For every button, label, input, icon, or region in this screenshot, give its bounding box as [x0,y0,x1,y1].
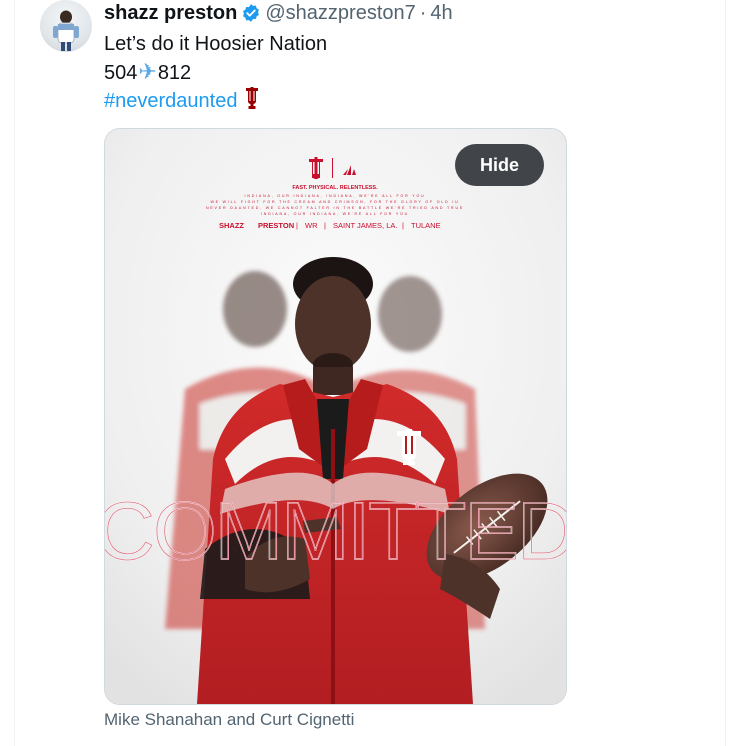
avatar[interactable] [40,0,92,52]
media-caption: Mike Shanahan and Curt Cignetti [104,710,355,729]
fine-print-line: INDIANA, OUR INDIANA, WE'RE ALL FOR YOU [261,212,409,216]
timestamp[interactable]: 4h [430,2,452,25]
svg-text:|: | [402,221,404,230]
fine-print-line: INDIANA, OUR INDIANA, INDIANA, WE'RE ALL… [245,194,426,198]
header-separator: · [419,1,427,24]
airplane-emoji-icon: ✈ [138,59,157,84]
hide-button[interactable]: Hide [455,144,544,186]
tweet-text-line-3: #neverdaunted [104,87,261,115]
player-last-name: PRESTON [258,221,294,230]
tweet-text-line-2: 504 ✈ 812 [104,59,192,86]
area-code-to: 812 [157,61,192,84]
committed-watermark-shadow: COMMITTED [105,486,566,577]
fine-print-line: WE WILL FIGHT FOR THE CREAM AND CRIMSON,… [210,200,459,204]
handle[interactable]: @shazzpreston7 [265,2,415,25]
tweet[interactable]: shazz preston @shazzpreston7 · 4h Let’s … [0,0,735,746]
display-name[interactable]: shazz preston [104,2,237,25]
verified-badge-icon [241,3,261,23]
media-tagline: FAST. PHYSICAL. RELENTLESS. [292,185,378,191]
hashtag-link[interactable]: #neverdaunted [104,90,237,113]
tweet-media-image[interactable]: FAST. PHYSICAL. RELENTLESS. INDIANA, OUR… [104,128,567,705]
svg-text:|: | [324,221,326,230]
indiana-iu-logo-icon [243,87,261,115]
player-hometown: SAINT JAMES, LA. [333,221,397,230]
fine-print-line: NEVER DAUNTED, WE CANNOT FALTER IN THE B… [206,206,464,210]
tweet-text-line-1: Let’s do it Hoosier Nation [104,33,328,55]
svg-text:|: | [296,221,298,230]
player-previous-school: TULANE [411,221,441,230]
player-first-name: SHAZZ [219,221,244,230]
tweet-header: shazz preston @shazzpreston7 · 4h [104,1,453,25]
player-position: WR [305,221,318,230]
area-code-from: 504 [104,61,138,84]
